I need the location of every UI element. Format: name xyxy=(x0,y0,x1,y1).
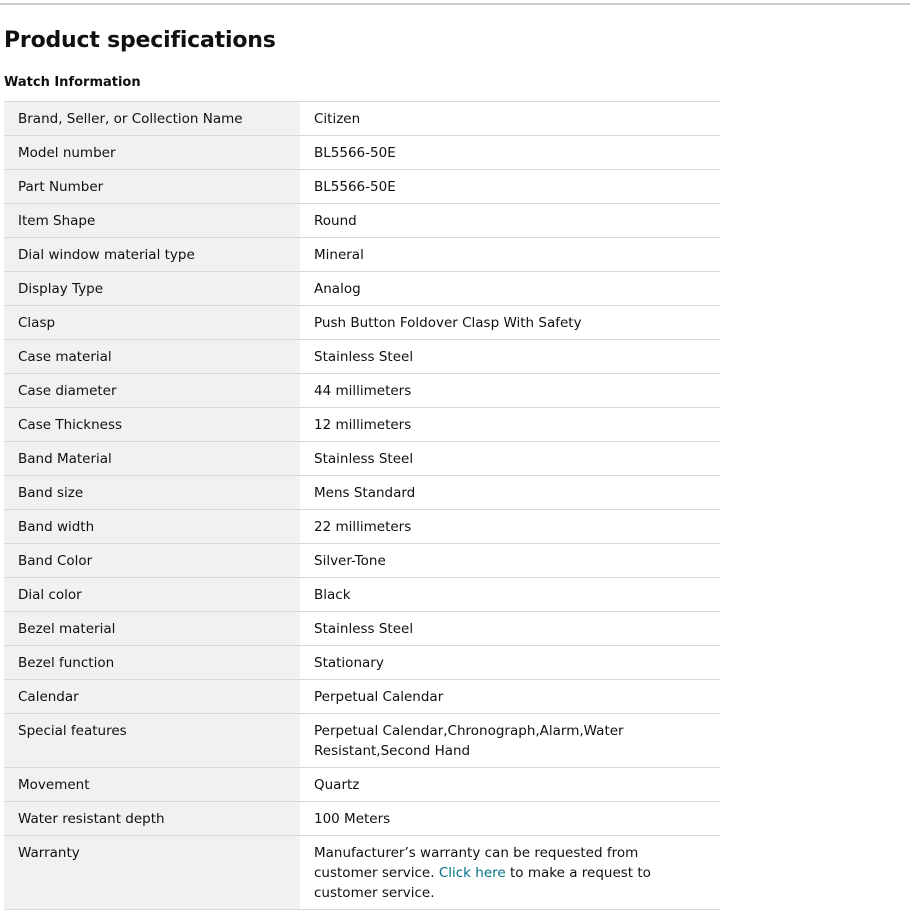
spec-value: Citizen xyxy=(300,101,720,136)
spec-value: Perpetual Calendar,Chronograph,Alarm,Wat… xyxy=(300,713,720,768)
spec-row-band-width: Band width 22 millimeters xyxy=(4,509,720,544)
spec-value: Stainless Steel xyxy=(300,441,720,476)
spec-label: Dial color xyxy=(4,577,300,612)
spec-value: Stainless Steel xyxy=(300,611,720,646)
spec-row-band-material: Band Material Stainless Steel xyxy=(4,441,720,476)
spec-row-case-thickness: Case Thickness 12 millimeters xyxy=(4,407,720,442)
spec-value: BL5566-50E xyxy=(300,169,720,204)
spec-value: Round xyxy=(300,203,720,238)
spec-value: Analog xyxy=(300,271,720,306)
spec-label: Case diameter xyxy=(4,373,300,408)
spec-table-body: Brand, Seller, or Collection Name Citize… xyxy=(4,101,720,910)
product-specifications-table: Brand, Seller, or Collection Name Citize… xyxy=(4,101,720,910)
spec-row-warranty: Warranty Manufacturer’s warranty can be … xyxy=(4,835,720,910)
spec-value: BL5566-50E xyxy=(300,135,720,170)
spec-row-band-size: Band size Mens Standard xyxy=(4,475,720,510)
warranty-click-here-link[interactable]: Click here xyxy=(439,865,506,881)
spec-value: Mens Standard xyxy=(300,475,720,510)
spec-label: Water resistant depth xyxy=(4,801,300,836)
spec-row-item-shape: Item Shape Round xyxy=(4,203,720,238)
spec-label: Part Number xyxy=(4,169,300,204)
top-divider xyxy=(0,3,910,5)
spec-row-bezel-function: Bezel function Stationary xyxy=(4,645,720,680)
spec-value: 44 millimeters xyxy=(300,373,720,408)
spec-label: Special features xyxy=(4,713,300,768)
spec-value: 100 Meters xyxy=(300,801,720,836)
spec-value: Black xyxy=(300,577,720,612)
spec-value: Quartz xyxy=(300,767,720,802)
spec-label: Warranty xyxy=(4,835,300,910)
spec-row-dial-window-material: Dial window material type Mineral xyxy=(4,237,720,272)
spec-row-calendar: Calendar Perpetual Calendar xyxy=(4,679,720,714)
spec-label: Movement xyxy=(4,767,300,802)
spec-row-case-material: Case material Stainless Steel xyxy=(4,339,720,374)
spec-value: 12 millimeters xyxy=(300,407,720,442)
spec-value: Stationary xyxy=(300,645,720,680)
spec-value: Mineral xyxy=(300,237,720,272)
spec-row-dial-color: Dial color Black xyxy=(4,577,720,612)
spec-row-water-resistant-depth: Water resistant depth 100 Meters xyxy=(4,801,720,836)
spec-row-model-number: Model number BL5566-50E xyxy=(4,135,720,170)
spec-row-case-diameter: Case diameter 44 millimeters xyxy=(4,373,720,408)
spec-value-warranty: Manufacturer’s warranty can be requested… xyxy=(300,835,720,910)
spec-label: Model number xyxy=(4,135,300,170)
spec-row-bezel-material: Bezel material Stainless Steel xyxy=(4,611,720,646)
spec-label: Case material xyxy=(4,339,300,374)
spec-label: Band Material xyxy=(4,441,300,476)
spec-row-part-number: Part Number BL5566-50E xyxy=(4,169,720,204)
spec-value: Stainless Steel xyxy=(300,339,720,374)
spec-row-band-color: Band Color Silver-Tone xyxy=(4,543,720,578)
spec-label: Calendar xyxy=(4,679,300,714)
spec-row-movement: Movement Quartz xyxy=(4,767,720,802)
spec-row-display-type: Display Type Analog xyxy=(4,271,720,306)
spec-row-special-features: Special features Perpetual Calendar,Chro… xyxy=(4,713,720,768)
spec-value: Push Button Foldover Clasp With Safety xyxy=(300,305,720,340)
spec-label: Item Shape xyxy=(4,203,300,238)
page-title: Product specifications xyxy=(4,28,276,53)
spec-value: 22 millimeters xyxy=(300,509,720,544)
spec-row-brand: Brand, Seller, or Collection Name Citize… xyxy=(4,101,720,136)
spec-label: Display Type xyxy=(4,271,300,306)
spec-label: Brand, Seller, or Collection Name xyxy=(4,101,300,136)
spec-label: Clasp xyxy=(4,305,300,340)
spec-label: Band Color xyxy=(4,543,300,578)
spec-label: Bezel function xyxy=(4,645,300,680)
spec-label: Bezel material xyxy=(4,611,300,646)
section-title-watch-information: Watch Information xyxy=(4,75,141,90)
spec-value: Perpetual Calendar xyxy=(300,679,720,714)
spec-value: Silver-Tone xyxy=(300,543,720,578)
spec-label: Dial window material type xyxy=(4,237,300,272)
spec-row-clasp: Clasp Push Button Foldover Clasp With Sa… xyxy=(4,305,720,340)
spec-label: Band width xyxy=(4,509,300,544)
spec-label: Band size xyxy=(4,475,300,510)
spec-label: Case Thickness xyxy=(4,407,300,442)
